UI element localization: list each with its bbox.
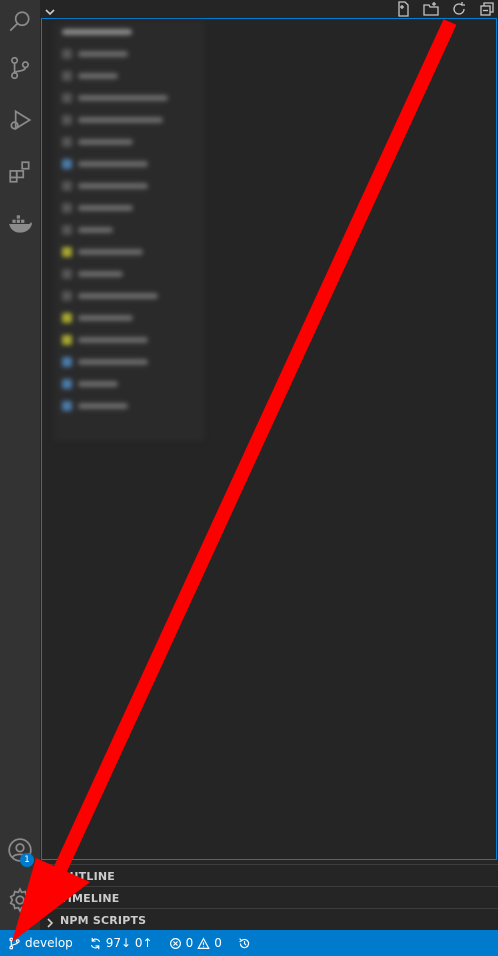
npm-scripts-section[interactable]: NPM SCRIPTS: [40, 908, 498, 931]
list-item: [54, 351, 204, 373]
blurred-file-list: [54, 21, 204, 441]
warning-count: 0: [214, 936, 222, 950]
new-folder-icon[interactable]: [420, 0, 442, 18]
sync-indicator[interactable]: 97↓ 0↑: [81, 930, 161, 956]
chevron-right-icon: [44, 892, 56, 906]
branch-indicator[interactable]: develop: [0, 930, 81, 956]
branch-icon: [9, 937, 20, 949]
explorer-sidebar: OUTLINE TIMELINE NPM SCRIPTS: [40, 0, 498, 931]
warning-icon: [197, 936, 210, 949]
chevron-down-icon[interactable]: [44, 3, 56, 16]
new-file-icon[interactable]: [392, 0, 414, 18]
sync-icon: [90, 937, 100, 949]
docker-icon[interactable]: [0, 202, 40, 246]
source-control-icon[interactable]: [0, 46, 40, 90]
list-item: [54, 131, 204, 153]
list-item: [54, 87, 204, 109]
history-icon: [239, 937, 250, 948]
status-bar: develop 97↓ 0↑ 0 0: [0, 930, 498, 956]
list-item: [54, 241, 204, 263]
list-item: [54, 285, 204, 307]
list-item: [54, 395, 204, 417]
activity-bar: 1: [0, 0, 40, 930]
list-item: [54, 197, 204, 219]
chevron-right-icon: [44, 914, 56, 928]
refresh-icon[interactable]: [448, 0, 470, 18]
list-item: [54, 65, 204, 87]
list-item: [54, 307, 204, 329]
chevron-right-icon: [44, 870, 56, 884]
list-item: [54, 329, 204, 351]
explorer-actions: [392, 0, 498, 18]
history-indicator[interactable]: [230, 930, 259, 956]
error-count: 0: [185, 936, 194, 950]
sync-counts: 97↓ 0↑: [105, 936, 153, 950]
file-tree[interactable]: [41, 18, 497, 860]
account-icon[interactable]: 1: [0, 828, 40, 872]
collapse-all-icon[interactable]: [476, 0, 498, 18]
outline-label: OUTLINE: [60, 869, 116, 883]
list-item: [54, 263, 204, 285]
run-debug-icon[interactable]: [0, 98, 40, 142]
list-item: [54, 43, 204, 65]
list-item: [54, 175, 204, 197]
timeline-section[interactable]: TIMELINE: [40, 886, 498, 909]
list-item: [54, 109, 204, 131]
npm-scripts-label: NPM SCRIPTS: [60, 913, 147, 927]
explorer-header: [40, 0, 498, 18]
error-icon: [169, 937, 181, 949]
branch-name: develop: [25, 936, 73, 950]
list-item: [54, 373, 204, 395]
problems-indicator[interactable]: 0 0: [161, 930, 230, 956]
extensions-icon[interactable]: [0, 150, 40, 194]
search-icon[interactable]: [0, 0, 40, 44]
account-badge: 1: [20, 853, 34, 867]
gear-icon[interactable]: [0, 878, 40, 922]
timeline-label: TIMELINE: [60, 891, 120, 905]
list-item: [54, 153, 204, 175]
list-item: [54, 21, 204, 43]
outline-section[interactable]: OUTLINE: [40, 864, 498, 887]
list-item: [54, 219, 204, 241]
